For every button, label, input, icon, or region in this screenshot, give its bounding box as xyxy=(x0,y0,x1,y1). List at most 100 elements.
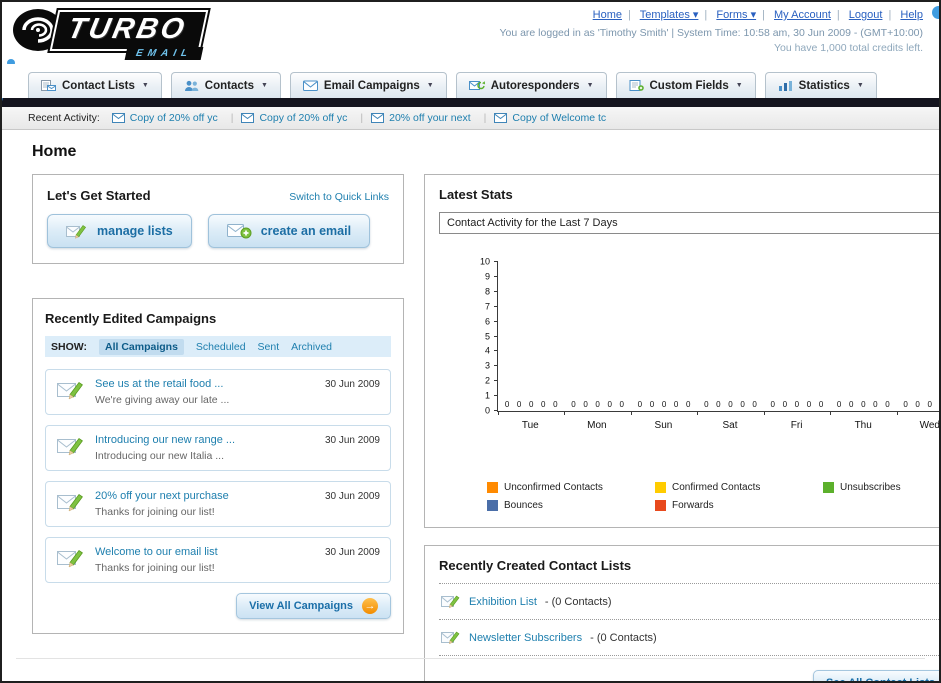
list-edit-icon xyxy=(441,631,460,645)
legend-label: Forwards xyxy=(672,500,714,511)
see-all-contact-lists-button[interactable]: See All Contact Lists → xyxy=(812,670,939,681)
x-axis-tick xyxy=(830,411,832,415)
y-axis-tick xyxy=(494,335,498,337)
campaign-row: Introducing our new range ... Introducin… xyxy=(45,425,391,471)
y-axis-tick-label: 8 xyxy=(484,286,490,297)
campaign-edit-icon xyxy=(57,549,83,568)
recent-activity-link[interactable]: Copy of 20% off yc xyxy=(130,112,218,124)
chart-day-group: 00000 xyxy=(631,262,697,411)
y-axis-tick xyxy=(494,350,498,352)
contact-list-link[interactable]: Newsletter Subscribers xyxy=(469,632,582,644)
campaign-date: 30 Jun 2009 xyxy=(324,491,380,502)
chart-day-group: 00000 xyxy=(697,262,763,411)
latest-stats-title: Latest Stats xyxy=(439,187,513,202)
show-label: SHOW: xyxy=(51,340,87,353)
x-axis-label: Fri xyxy=(790,420,803,431)
stats-period-select[interactable]: Contact Activity for the Last 7 Days xyxy=(439,212,939,234)
top-nav-link[interactable]: Logout xyxy=(849,9,883,21)
chevron-down-icon: ▼ xyxy=(426,82,434,89)
bar-value-label: 0 xyxy=(595,400,600,409)
nav-tab-email-campaigns[interactable]: Email Campaigns ▼ xyxy=(289,72,447,98)
bar-value-label: 0 xyxy=(528,400,534,409)
legend-label: Unsubscribes xyxy=(840,482,901,493)
recent-campaigns-title: Recently Edited Campaigns xyxy=(45,311,217,326)
legend-item: Unsubscribes xyxy=(823,482,939,493)
contact-list-count: - (0 Contacts) xyxy=(544,595,612,608)
legend-item: Bounces xyxy=(487,500,655,511)
decorative-help-dot xyxy=(932,6,939,19)
campaign-subtitle: Thanks for joining our list! xyxy=(95,562,215,574)
campaign-filter[interactable]: Archived xyxy=(291,341,332,353)
y-axis-tick xyxy=(494,395,498,397)
nav-tab-autoresponders[interactable]: Autoresponders ▼ xyxy=(455,72,607,98)
contact-list-link[interactable]: Exhibition List xyxy=(469,596,537,608)
y-axis-tick-label: 0 xyxy=(484,405,490,416)
nav-tab-statistics[interactable]: Statistics ▼ xyxy=(764,72,877,98)
campaign-title-link[interactable]: 20% off your next purchase xyxy=(95,490,229,502)
nav-tab-custom-fields[interactable]: Custom Fields ▼ xyxy=(615,72,756,98)
x-axis-label: Sun xyxy=(654,420,673,431)
manage-lists-button[interactable]: manage lists xyxy=(47,214,192,248)
campaign-title-link[interactable]: See us at the retail food ... xyxy=(95,378,229,390)
get-started-panel: Let's Get Started Switch to Quick Links … xyxy=(32,174,404,264)
chevron-down-icon: ▼ xyxy=(735,82,743,89)
header: TURBO EMAIL Home Templates ▾ Forms ▾ My … xyxy=(2,2,939,113)
top-nav-link[interactable]: Home xyxy=(593,9,622,21)
recent-activity-link[interactable]: Copy of 20% off yc xyxy=(259,112,347,124)
recent-contact-lists-panel: Recently Created Contact Lists Exhibitio… xyxy=(424,545,939,681)
bar-value-label: 0 xyxy=(873,400,878,409)
contact-lists-icon xyxy=(41,80,56,91)
switch-quick-links-link[interactable]: Switch to Quick Links xyxy=(289,191,389,203)
chevron-down-icon: ▼ xyxy=(856,82,864,89)
top-nav-link[interactable]: Forms ▾ xyxy=(716,9,756,21)
bar-value-label: 0 xyxy=(794,400,800,409)
recent-activity-item[interactable]: Copy of 20% off yc xyxy=(241,112,371,124)
legend-item: Forwards xyxy=(655,500,823,511)
create-email-button[interactable]: create an email xyxy=(207,214,371,248)
nav-tab-contact-lists[interactable]: Contact Lists ▼ xyxy=(28,72,162,98)
recent-activity-label: Recent Activity: xyxy=(28,112,100,124)
header-right: Home Templates ▾ Forms ▾ My Account Logo… xyxy=(499,8,923,54)
y-axis-tick-label: 7 xyxy=(484,301,490,312)
y-axis-tick xyxy=(494,365,498,367)
recent-activity-bar: Recent Activity: Copy of 20% off yc Copy… xyxy=(2,107,939,130)
campaign-filter-bar: SHOW: All Campaigns Scheduled Sent Archi… xyxy=(45,336,391,357)
bar-value-label: 0 xyxy=(716,400,721,409)
bar-value-label: 0 xyxy=(915,400,920,409)
campaign-date: 30 Jun 2009 xyxy=(324,435,380,446)
legend-swatch xyxy=(655,482,666,493)
recent-activity-link[interactable]: 20% off your next xyxy=(389,112,471,124)
campaign-title-link[interactable]: Welcome to our email list xyxy=(95,546,218,558)
top-nav-item: Templates ▾ xyxy=(640,9,714,21)
recent-activity-item[interactable]: Copy of Welcome tc xyxy=(494,112,606,124)
campaign-filter[interactable]: Scheduled xyxy=(196,341,246,353)
top-nav-link[interactable]: Templates ▾ xyxy=(640,9,699,21)
campaign-title-link[interactable]: Introducing our new range ... xyxy=(95,434,235,446)
recent-campaigns-panel: Recently Edited Campaigns SHOW: All Camp… xyxy=(32,298,404,634)
view-all-campaigns-button[interactable]: View All Campaigns → xyxy=(236,593,391,619)
email-campaigns-icon xyxy=(302,80,318,91)
app-logo: TURBO EMAIL xyxy=(12,7,209,60)
bar-value-label: 0 xyxy=(728,400,733,409)
x-axis-label: Mon xyxy=(587,420,607,431)
nav-tab-contacts[interactable]: Contacts ▼ xyxy=(170,72,281,98)
campaign-filter[interactable]: Sent xyxy=(258,341,280,353)
chevron-down-icon: ▼ xyxy=(141,82,149,89)
top-nav-link[interactable]: My Account xyxy=(774,9,831,21)
top-nav-item: Forms ▾ xyxy=(716,9,771,21)
x-axis-tick xyxy=(697,411,699,415)
recent-activity-item[interactable]: 20% off your next xyxy=(371,112,494,124)
bar-value-label: 0 xyxy=(504,400,510,409)
recent-activity-item[interactable]: Copy of 20% off yc xyxy=(111,112,242,124)
top-nav-link[interactable]: Help xyxy=(900,9,923,21)
nav-tab-label: Custom Fields xyxy=(649,79,729,92)
bar-value-label: 0 xyxy=(583,400,588,409)
legend-item: Unconfirmed Contacts xyxy=(487,482,655,493)
bar-value-label: 0 xyxy=(685,400,691,409)
legend-swatch xyxy=(823,482,834,493)
logo-brand-text: TURBO xyxy=(49,9,209,51)
recent-activity-link[interactable]: Copy of Welcome tc xyxy=(512,112,606,124)
bar-value-label: 0 xyxy=(673,400,679,409)
chevron-down-icon: ▼ xyxy=(586,82,594,89)
campaign-filter[interactable]: All Campaigns xyxy=(98,338,184,355)
